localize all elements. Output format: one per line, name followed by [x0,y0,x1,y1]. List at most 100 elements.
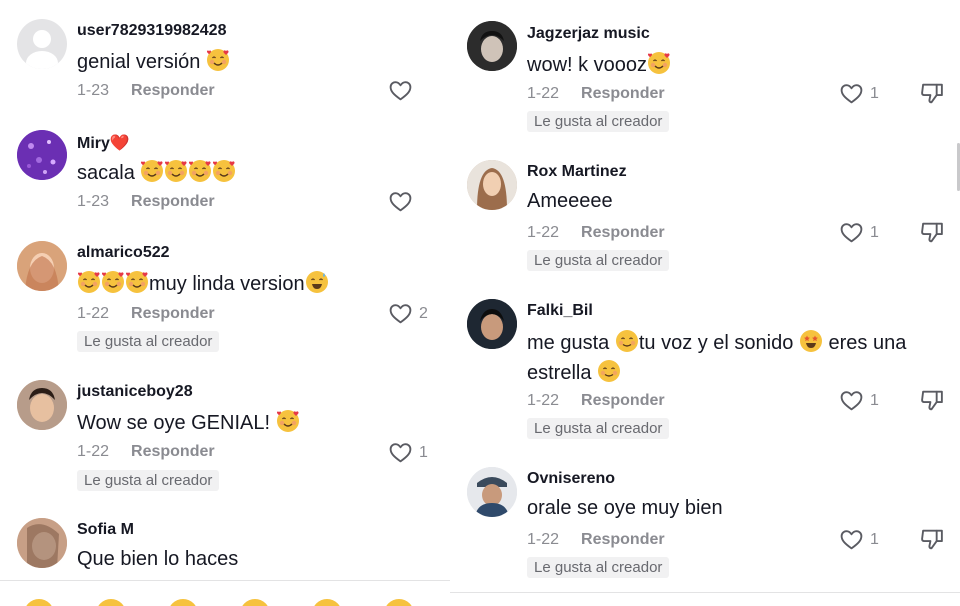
heart-outline-icon [388,189,413,214]
user-photo-avatar [467,467,517,517]
comment-text: sacala [77,158,236,188]
user-photo-avatar [17,380,67,430]
like-count: 2 [419,304,428,322]
like-button[interactable] [388,189,413,214]
comment-meta: 1-22 Responder [527,531,665,549]
comment-meta: 1-22 Responder [527,392,665,410]
comment-text-content: eres una [828,332,907,354]
comment-username[interactable]: Falki_Bil [527,302,593,320]
creator-liked-badge: Le gusta al creador [527,111,670,132]
smiling-face-with-hearts-emoji [188,159,212,183]
thumbs-down-icon[interactable] [920,388,945,413]
creator-liked-badge: Le gusta al creador [527,418,670,439]
smiling-face-emoji [597,359,621,383]
comment-text-content: Ameeeee [527,190,613,212]
like-button[interactable]: 1 [839,388,879,413]
comment-username[interactable]: Miry❤️ [77,133,130,153]
comment-username[interactable]: justaniceboy28 [77,383,193,401]
comment-text-content: muy linda version [149,273,305,295]
comment-text: Ameeeee [527,186,613,216]
avatar-miry[interactable] [17,130,67,180]
avatar-jagzerjaz[interactable] [467,21,517,71]
creator-liked-badge: Le gusta al creador [77,470,220,491]
like-button[interactable] [388,78,413,103]
like-button[interactable]: 1 [839,81,879,106]
comment-date: 1-23 [77,193,110,210]
smiling-face-with-hearts-emoji [212,159,236,183]
divider [450,592,960,593]
heart-outline-icon [388,78,413,103]
comment-text-content: orale se oye muy bien [527,497,723,519]
smiling-face-with-hearts-emoji [140,159,164,183]
comment-date: 1-22 [527,224,560,241]
smiling-face-with-hearts-emoji [101,270,125,294]
reply-button[interactable]: Responder [581,85,665,102]
smiling-face-with-hearts-emoji [125,270,149,294]
comment-text-content: estrella [527,362,592,384]
avatar-falki-bil[interactable] [467,299,517,349]
like-button[interactable]: 1 [839,220,879,245]
avatar-sofia-m[interactable] [17,518,67,568]
reply-button[interactable]: Responder [581,392,665,409]
glitter-avatar-image [17,130,67,180]
smiling-face-with-hearts-emoji [647,51,671,75]
like-count: 1 [419,443,428,461]
star-struck-emoji [799,329,823,353]
comment-username[interactable]: user7829319982428 [77,22,226,40]
comment-date: 1-23 [77,82,110,99]
comment-text: Wow se oye GENIAL! [77,408,300,438]
smiling-face-emoji [615,329,639,353]
thumbs-down-icon[interactable] [920,220,945,245]
user-photo-avatar [467,160,517,210]
comment-username[interactable]: Ovnisereno [527,470,615,488]
comment-meta: 1-22 Responder [77,305,215,323]
reply-button[interactable]: Responder [131,305,215,322]
comment-date: 1-22 [527,392,560,409]
avatar-rox-martinez[interactable] [467,160,517,210]
avatar-ovnisereno[interactable] [467,467,517,517]
like-button[interactable]: 2 [388,301,428,326]
comment-meta: 1-22 Responder [527,224,665,242]
avatar-justaniceboy28[interactable] [17,380,67,430]
comment-text-content: tu voz y el sonido [638,332,794,354]
comment-text: me gusta tu voz y el sonido eres una est… [527,328,947,388]
creator-liked-badge: Le gusta al creador [527,557,670,578]
username-text: Miry [77,135,110,152]
like-button[interactable]: 1 [839,527,879,552]
smiling-face-with-hearts-emoji [206,48,230,72]
heart-outline-icon [839,81,864,106]
smiling-face-with-hearts-emoji [276,409,300,433]
comment-text: wow! k voooz [527,50,671,80]
comment-text: Que bien lo haces [77,544,238,574]
comment-date: 1-22 [77,305,110,322]
reply-button[interactable]: Responder [581,531,665,548]
thumbs-down-icon[interactable] [920,81,945,106]
avatar-almarico522[interactable] [17,241,67,291]
comment-date: 1-22 [527,531,560,548]
comment-text: muy linda version [77,269,329,299]
comment-text: orale se oye muy bien [527,493,723,523]
heart-outline-icon [388,440,413,465]
user-photo-avatar [467,299,517,349]
heart-outline-icon [388,301,413,326]
comment-username[interactable]: Rox Martinez [527,163,627,181]
creator-liked-badge: Le gusta al creador [77,331,220,352]
thumbs-down-icon[interactable] [920,527,945,552]
default-avatar-icon [26,30,58,69]
quick-emoji-bar [0,580,450,606]
avatar-default[interactable] [17,19,67,69]
comment-text-content: me gusta [527,332,610,354]
reply-button[interactable]: Responder [581,224,665,241]
reply-button[interactable]: Responder [131,443,215,460]
comment-text-content: wow! k voooz [527,54,648,76]
comment-meta: 1-23 Responder [77,82,215,100]
comment-username[interactable]: Sofia M [77,521,134,539]
like-button[interactable]: 1 [388,440,428,465]
comment-meta: 1-23 Responder [77,193,215,211]
reply-button[interactable]: Responder [131,82,215,99]
comments-column-right: Jagzerjaz music wow! k voooz 1-22 Respond… [450,0,960,605]
reply-button[interactable]: Responder [131,193,215,210]
comment-username[interactable]: Jagzerjaz music [527,25,650,43]
comment-text-content: sacala [77,162,135,184]
comment-username[interactable]: almarico522 [77,244,170,262]
